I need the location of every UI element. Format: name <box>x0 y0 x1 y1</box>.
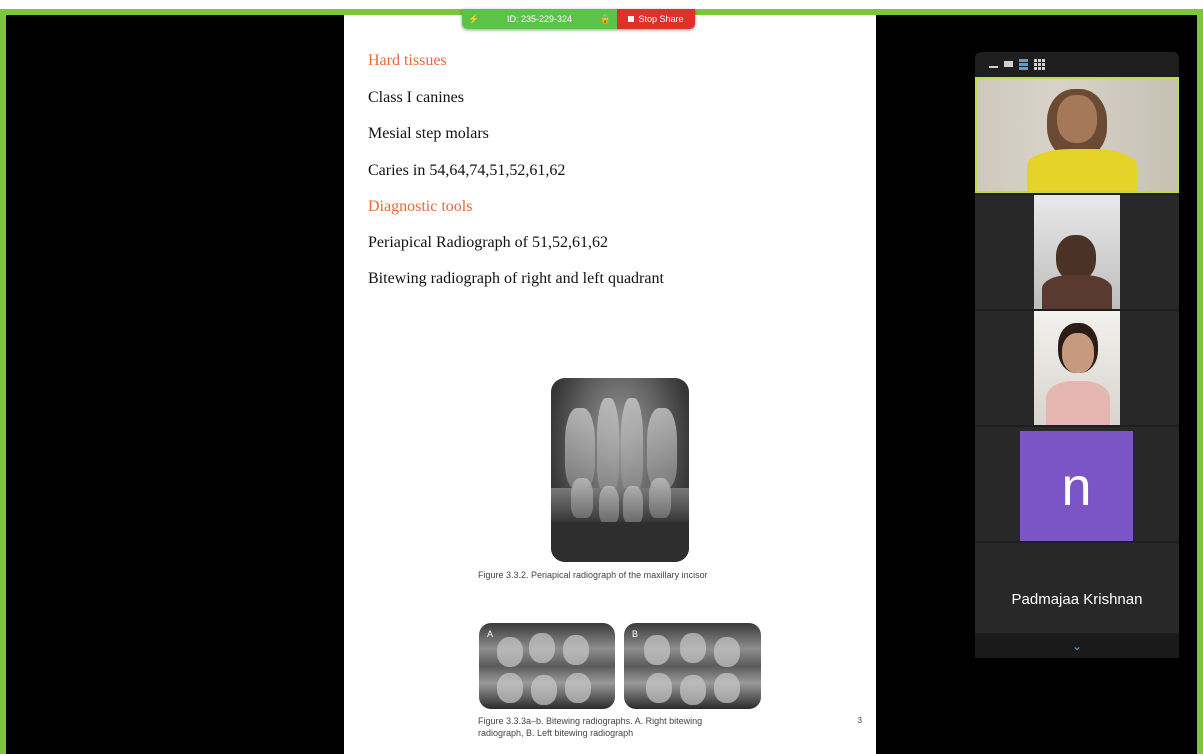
participant-video-tile[interactable] <box>975 77 1179 193</box>
participant-video-tile[interactable] <box>975 195 1179 309</box>
lock-icon[interactable]: 🔒 <box>600 14 611 25</box>
stop-icon <box>628 16 635 22</box>
section-heading: Hard tissues <box>368 52 447 69</box>
top-strip <box>0 0 1203 9</box>
text-line: Class I canines <box>368 89 464 106</box>
periapical-radiograph-image <box>551 378 689 562</box>
text-line: Caries in 54,64,74,51,52,61,62 <box>368 162 566 179</box>
participant-name-tile[interactable]: Padmajaa Krishnan <box>975 543 1179 633</box>
meeting-info[interactable]: ⚡ ID: 235-229-324 🔒 <box>462 9 617 29</box>
signal-icon: ⚡ <box>468 13 480 24</box>
participant-video <box>1034 195 1120 309</box>
page-number: 3 <box>857 716 862 725</box>
section-heading: Diagnostic tools <box>368 198 473 215</box>
participant-name: Padmajaa Krishnan <box>1011 591 1143 608</box>
figure-caption: Figure 3.3.2. Periapical radiograph of t… <box>478 570 708 580</box>
bitewing-radiograph-right: A <box>479 623 615 709</box>
text-line: Mesial step molars <box>368 125 489 142</box>
figure-label: A <box>487 629 494 639</box>
scroll-down-chevron-icon[interactable]: ⌄ <box>975 634 1179 658</box>
stop-share-label: Stop Share <box>638 14 684 24</box>
stop-share-button[interactable]: Stop Share <box>617 9 695 29</box>
participant-video-tile[interactable] <box>975 311 1179 425</box>
participant-panel: n Padmajaa Krishnan ⌄ <box>975 52 1179 658</box>
minimize-view-icon[interactable] <box>989 66 998 68</box>
participant-avatar-tile[interactable]: n <box>975 427 1179 541</box>
text-line: Periapical Radiograph of 51,52,61,62 <box>368 234 608 251</box>
bitewing-radiograph-left: B <box>624 623 761 709</box>
share-toolbar: ⚡ ID: 235-229-324 🔒 Stop Share <box>462 9 695 29</box>
strip-view-icon[interactable] <box>1019 58 1028 70</box>
participant-avatar: n <box>1020 431 1133 541</box>
single-view-icon[interactable] <box>1004 61 1013 67</box>
figure-caption: radiograph, B. Left bitewing radiograph <box>478 728 634 738</box>
participant-video <box>1034 311 1120 425</box>
document-page: Hard tissues Class I canines Mesial step… <box>344 14 876 754</box>
figure-label: B <box>632 629 639 639</box>
text-line: Bitewing radiograph of right and left qu… <box>368 270 664 287</box>
participant-video <box>977 79 1177 191</box>
grid-view-icon[interactable] <box>1034 58 1045 70</box>
meeting-id: ID: 235-229-324 <box>506 14 573 24</box>
figure-caption: Figure 3.3.3a–b. Bitewing radiographs. A… <box>478 716 703 726</box>
view-switcher <box>975 52 1179 76</box>
